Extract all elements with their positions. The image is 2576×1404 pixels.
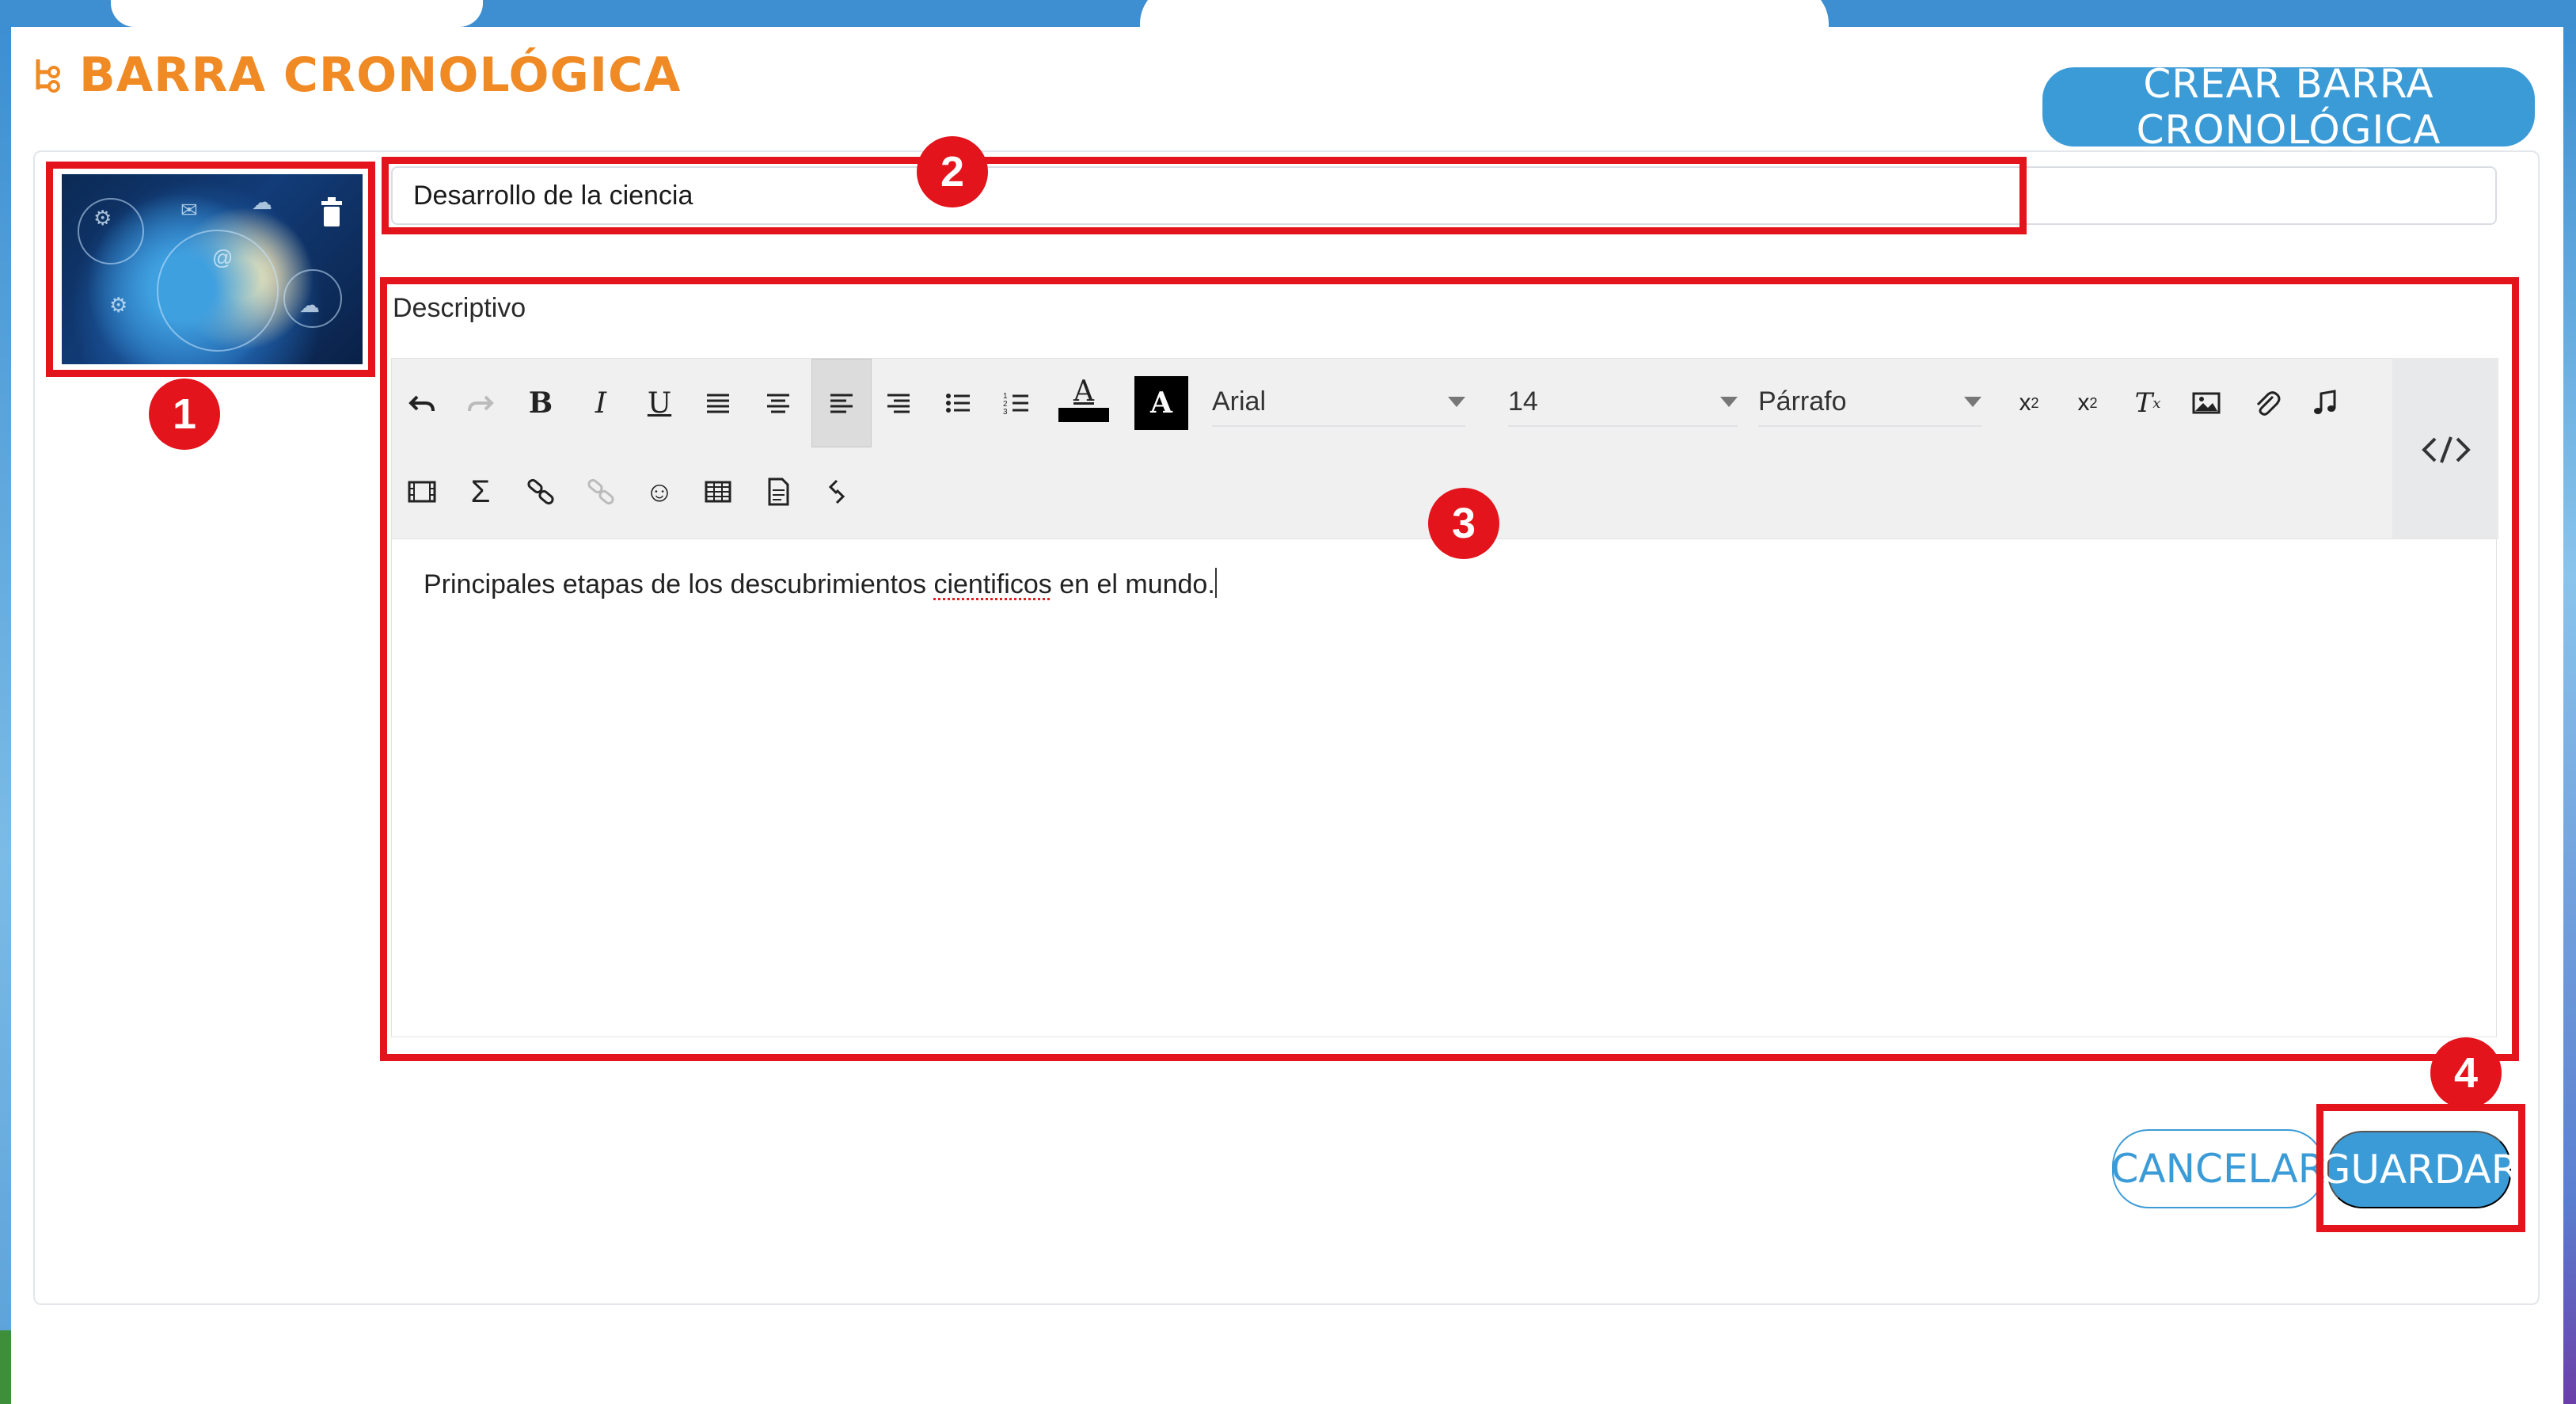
page-title: BARRA CRONOLÓGICA — [32, 48, 682, 103]
annotation-number-3: 3 — [1428, 488, 1499, 559]
annotation-box-1 — [46, 162, 375, 377]
annotation-box-4 — [2316, 1104, 2525, 1232]
top-decor-cloud — [111, 0, 483, 27]
annotation-number-2: 2 — [917, 136, 988, 207]
annotation-number-1: 1 — [149, 379, 220, 450]
left-decor-edge-green — [0, 1330, 11, 1404]
page-title-text: BARRA CRONOLÓGICA — [79, 48, 682, 103]
right-decor-edge — [2563, 27, 2576, 1404]
left-decor-edge — [0, 27, 11, 1404]
annotation-box-3 — [380, 277, 2519, 1061]
annotation-box-2 — [382, 157, 2027, 234]
top-decor-cloud — [1140, 0, 1829, 27]
cancel-button[interactable]: CANCELAR — [2111, 1129, 2326, 1208]
create-timeline-button[interactable]: CREAR BARRA CRONOLÓGICA — [2042, 61, 2535, 153]
annotation-number-4: 4 — [2430, 1037, 2502, 1109]
timeline-icon — [36, 59, 60, 93]
